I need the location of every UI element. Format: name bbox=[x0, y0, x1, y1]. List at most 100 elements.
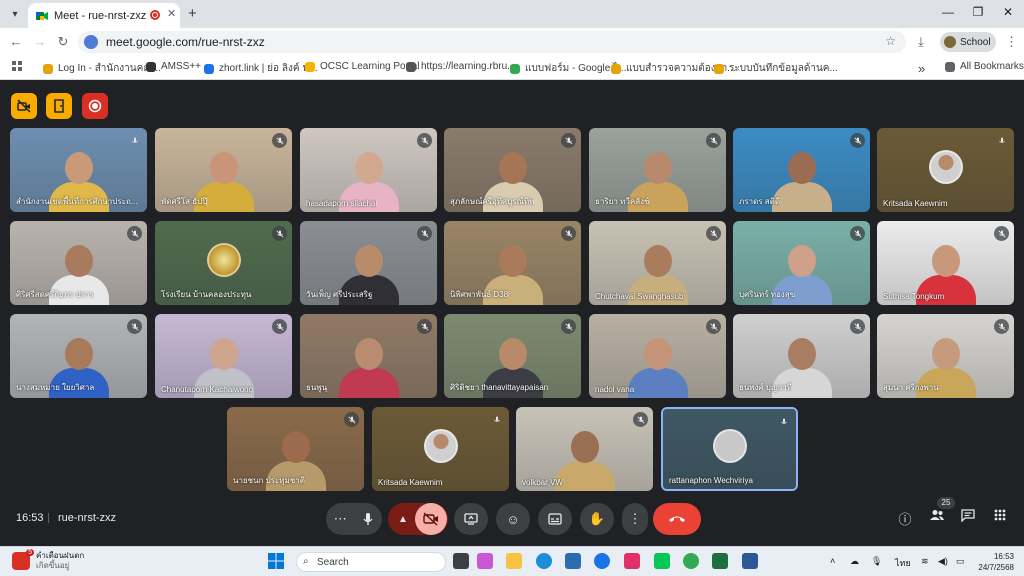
participant-tile[interactable]: ศิริศรีสดศรีกิยภร ปราร bbox=[10, 221, 147, 305]
mic-button[interactable]: ⋯ bbox=[326, 503, 382, 535]
taskbar-search[interactable]: ⌕ Search bbox=[296, 552, 446, 572]
bookmark-item[interactable]: zhort.link | ย่อ ลิงค์ ฟ... bbox=[204, 61, 318, 76]
participant-tile[interactable]: Chanutaporn Kachaiwong bbox=[155, 314, 292, 398]
weather-widget[interactable]: 5 คำเตือนฝนตก เกิดขึ้นอยู่ bbox=[12, 549, 84, 571]
reactions-button[interactable]: ☺ bbox=[496, 503, 530, 535]
battery-icon[interactable]: ▭ bbox=[956, 556, 965, 567]
url-text: meet.google.com/rue-nrst-zxz bbox=[106, 35, 265, 49]
participant-tile[interactable]: สำนักงานเขตพื้นที่การศึกษาประถ... bbox=[10, 128, 147, 212]
participant-name: ศิริศรีสดศรีกิยภร ปราร bbox=[16, 290, 94, 299]
participant-tile[interactable]: พัดศรีโส ธัปปุ๊ bbox=[155, 128, 292, 212]
site-info-icon[interactable] bbox=[84, 35, 98, 49]
bookmark-item[interactable]: OCSC Learning Portal bbox=[305, 61, 420, 72]
bookmark-star-icon[interactable]: ☆ bbox=[885, 34, 896, 48]
bookmark-item[interactable]: แบบฟอร์ม - Google ไ... bbox=[510, 61, 626, 76]
more-audio-options-icon[interactable]: ⋯ bbox=[334, 511, 347, 527]
line-app-icon[interactable] bbox=[654, 553, 670, 569]
camera-off-button[interactable] bbox=[415, 503, 447, 535]
bookmark-item[interactable]: ระบบบันทึกข้อมูลด้านค... bbox=[714, 61, 838, 76]
bookmark-item[interactable]: https://learning.rbru... bbox=[406, 61, 516, 72]
more-options-button[interactable]: ⋮ bbox=[622, 503, 648, 535]
language-indicator[interactable]: ไทย bbox=[895, 556, 911, 570]
apps-grid-icon[interactable] bbox=[12, 61, 23, 72]
record-icon[interactable] bbox=[82, 93, 108, 119]
participant-tile[interactable]: hasadaporn silachai bbox=[300, 128, 437, 212]
participant-tile[interactable]: nadol vana bbox=[589, 314, 726, 398]
window-close-icon[interactable]: ✕ bbox=[998, 5, 1018, 19]
participant-tile[interactable]: โรงเรียน บ้านคลองประทุน bbox=[155, 221, 292, 305]
new-tab-plus-icon[interactable]: + bbox=[188, 5, 197, 22]
activities-button[interactable] bbox=[990, 509, 1010, 524]
minimize-icon[interactable]: — bbox=[938, 5, 958, 19]
camera-off-host-icon[interactable] bbox=[11, 93, 37, 119]
chat-icon bbox=[961, 509, 975, 523]
emoji-smile-icon: ☺ bbox=[506, 511, 520, 527]
raise-hand-button[interactable]: ✋ bbox=[580, 503, 614, 535]
participant-tile[interactable]: Suthisa Tongkum bbox=[877, 221, 1014, 305]
participant-tile[interactable]: บุศรินทร์ ทองสุข bbox=[733, 221, 870, 305]
participant-tile[interactable]: volkbar VW bbox=[516, 407, 653, 491]
participant-tile[interactable]: Kritsada Kaewnim bbox=[372, 407, 509, 491]
participant-tile[interactable]: ธาริยา ทวีคลังช์ bbox=[589, 128, 726, 212]
forward-arrow-icon[interactable]: → bbox=[32, 34, 48, 49]
chrome-icon[interactable] bbox=[683, 553, 699, 569]
chat-button[interactable] bbox=[958, 509, 978, 525]
all-bookmarks-button[interactable]: All Bookmarks bbox=[945, 61, 1024, 72]
cloud-icon[interactable]: ☁ bbox=[850, 556, 859, 567]
address-bar[interactable]: meet.google.com/rue-nrst-zxz ☆ bbox=[78, 31, 906, 53]
excel-icon[interactable] bbox=[712, 553, 728, 569]
more-vert-icon: ⋮ bbox=[628, 511, 642, 526]
system-clock[interactable]: 16:53 24/7/2568 bbox=[974, 551, 1014, 573]
profile-button[interactable]: School bbox=[940, 32, 996, 52]
microsoft-store-icon[interactable] bbox=[565, 553, 581, 569]
tab-search-chevron-icon[interactable]: ▾ bbox=[6, 5, 24, 23]
participant-tile[interactable]: ธนพูนุ bbox=[300, 314, 437, 398]
participant-tile[interactable]: สุภลักษณ์ศรีอุทิศบูรณ์ทิพ bbox=[444, 128, 581, 212]
instagram-icon[interactable] bbox=[624, 553, 640, 569]
windows-start-icon[interactable] bbox=[268, 553, 284, 569]
camera-options-chevron-icon[interactable]: ▲ bbox=[398, 514, 408, 525]
back-arrow-icon[interactable]: ← bbox=[8, 34, 24, 49]
edge-browser-icon[interactable] bbox=[536, 553, 552, 569]
word-icon[interactable] bbox=[742, 553, 758, 569]
bookmarks-overflow-icon[interactable]: » bbox=[918, 61, 925, 76]
participant-tile[interactable]: ศิริติชยา thanavittayapaisan bbox=[444, 314, 581, 398]
participant-tile[interactable]: วันเพ็ญ ศรีประเสริฐ bbox=[300, 221, 437, 305]
tray-overflow-icon[interactable]: ˄ bbox=[830, 556, 835, 566]
volume-icon[interactable]: ◀) bbox=[938, 556, 948, 567]
participant-tile[interactable]: Chutchaval Swanghasub bbox=[589, 221, 726, 305]
camera-off-icon bbox=[423, 512, 438, 526]
download-icon[interactable]: ⤓ bbox=[918, 34, 924, 50]
restore-icon[interactable]: ❐ bbox=[968, 5, 988, 19]
meeting-info-icon[interactable]: ⓘ bbox=[895, 509, 915, 528]
participant-tile[interactable]: สุมนา ศรีกงพาน bbox=[877, 314, 1014, 398]
bookmark-item[interactable]: AMSS++ bbox=[146, 61, 201, 72]
tray-microphone-icon[interactable]: 🎙 bbox=[871, 556, 882, 567]
participant-tile[interactable]: ธนพงศ์ บุญวาที bbox=[733, 314, 870, 398]
copilot-icon[interactable] bbox=[477, 553, 493, 569]
participant-tile[interactable]: ภราดร สติดี bbox=[733, 128, 870, 212]
door-exit-icon[interactable] bbox=[46, 93, 72, 119]
participant-tile[interactable]: นางสมหมาย ใยยวิศาล bbox=[10, 314, 147, 398]
participant-name: วันเพ็ญ ศรีประเสริฐ bbox=[306, 290, 373, 299]
task-view-icon[interactable] bbox=[453, 553, 469, 569]
participant-name: Suthisa Tongkum bbox=[883, 292, 945, 301]
wifi-icon[interactable]: ≋ bbox=[921, 556, 929, 567]
hang-up-phone-icon bbox=[669, 516, 685, 522]
participant-tile[interactable]: นายชนก ประทุมชาติ bbox=[227, 407, 364, 491]
present-button[interactable] bbox=[454, 503, 488, 535]
app-icon[interactable] bbox=[594, 553, 610, 569]
browser-menu-icon[interactable]: ⋮ bbox=[1005, 34, 1018, 50]
file-explorer-icon[interactable] bbox=[506, 553, 522, 569]
bookmark-item[interactable]: Log In - สำนักงานคณ... bbox=[43, 61, 161, 76]
reload-icon[interactable]: ↻ bbox=[55, 34, 71, 50]
people-button[interactable] bbox=[927, 509, 947, 524]
profile-label: School bbox=[960, 36, 991, 48]
participant-tile[interactable]: rattanaphon Wechviriya bbox=[661, 407, 798, 491]
participant-tile[interactable]: Kritsada Kaewnim bbox=[877, 128, 1014, 212]
browser-tab-meet[interactable]: Meet - rue-nrst-zxz ✕ bbox=[28, 3, 180, 28]
leave-call-button[interactable] bbox=[653, 503, 701, 535]
captions-button[interactable] bbox=[538, 503, 572, 535]
participant-tile[interactable]: นิพิศพาพันธ์ D38 bbox=[444, 221, 581, 305]
tab-close-icon[interactable]: ✕ bbox=[167, 7, 176, 20]
